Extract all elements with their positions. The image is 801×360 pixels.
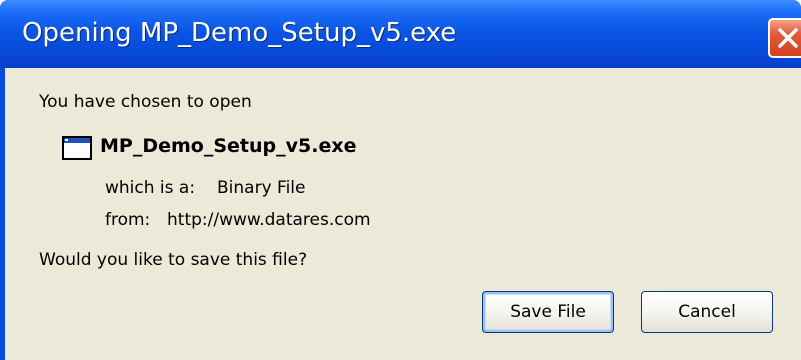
window-title: Opening MP_Demo_Setup_v5.exe (22, 18, 457, 48)
save-file-button[interactable]: Save File (482, 291, 614, 333)
application-window-icon (62, 136, 92, 160)
source-url: http://www.datares.com (167, 210, 371, 230)
dialog-body: You have chosen to open MP_Demo_Setup_v5… (5, 68, 801, 360)
cancel-button[interactable]: Cancel (641, 291, 773, 333)
intro-text: You have chosen to open (39, 92, 252, 112)
file-name: MP_Demo_Setup_v5.exe (100, 135, 357, 157)
save-question: Would you like to save this file? (39, 250, 308, 270)
close-button[interactable] (768, 18, 801, 58)
close-icon (778, 28, 798, 48)
title-bar[interactable]: Opening MP_Demo_Setup_v5.exe (0, 0, 801, 68)
file-type-label: which is a: (105, 178, 196, 198)
download-dialog-window: Opening MP_Demo_Setup_v5.exe You have ch… (0, 0, 801, 360)
source-label: from: (105, 210, 151, 230)
file-type-value: Binary File (217, 178, 306, 198)
